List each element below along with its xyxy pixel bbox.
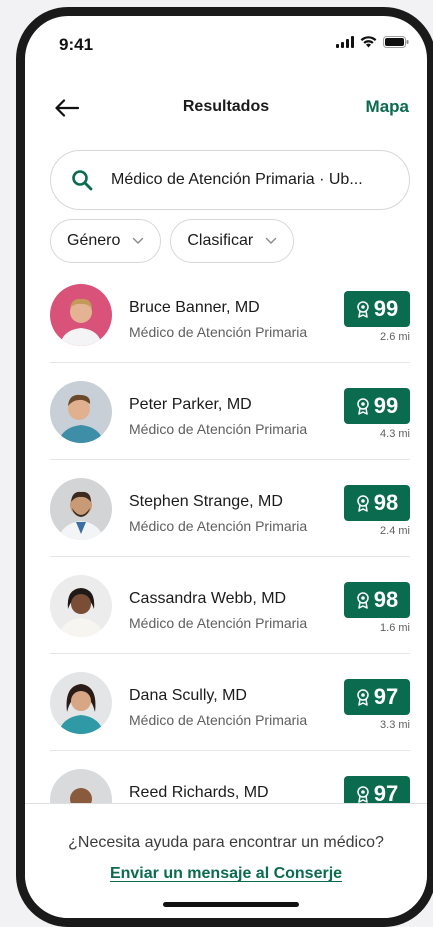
provider-name: Peter Parker, MD <box>129 396 252 413</box>
distance: 4.3 mi <box>380 428 410 440</box>
provider-row[interactable]: Cassandra Webb, MD Médico de Atención Pr… <box>50 557 410 654</box>
score-value: 97 <box>373 684 399 709</box>
award-icon <box>357 688 369 706</box>
help-text: ¿Necesita ayuda para encontrar un médico… <box>68 834 384 851</box>
score-badge: 99 <box>344 388 410 424</box>
nav-bar: Resultados Mapa <box>25 86 427 130</box>
provider-row[interactable]: Dana Scully, MD Médico de Atención Prima… <box>50 654 410 751</box>
distance: 2.6 mi <box>380 331 410 343</box>
phone-frame: 9:41 Resultados Mapa Médico de Atención … <box>16 7 433 927</box>
home-indicator <box>163 902 299 907</box>
award-icon <box>357 300 369 318</box>
provider-specialty: Médico de Atención Primaria <box>129 615 308 631</box>
provider-name: Bruce Banner, MD <box>129 299 260 316</box>
filter-gender[interactable]: Género <box>50 219 162 263</box>
avatar <box>50 575 112 637</box>
signal-icon <box>336 36 354 48</box>
concierge-link-label: Enviar un mensaje al Conserje <box>109 865 343 882</box>
score-badge: 98 <box>344 582 410 618</box>
distance: 3.3 mi <box>380 719 410 731</box>
chevron-down-icon <box>133 237 144 244</box>
provider-name: Dana Scully, MD <box>129 687 247 704</box>
provider-name: Cassandra Webb, MD <box>129 590 287 607</box>
filter-bar: Género Clasificar <box>50 219 295 263</box>
filter-sort[interactable]: Clasificar <box>170 219 295 263</box>
wifi-icon <box>360 36 377 48</box>
provider-specialty: Médico de Atención Primaria <box>129 518 308 534</box>
status-bar: 9:41 <box>25 16 427 74</box>
status-icons <box>336 36 409 48</box>
provider-specialty: Médico de Atención Primaria <box>129 324 308 340</box>
provider-name: Reed Richards, MD <box>129 784 269 801</box>
award-icon <box>357 591 369 609</box>
filter-gender-label: Género <box>67 232 121 249</box>
concierge-link[interactable]: Enviar un mensaje al Conserje <box>25 865 427 883</box>
status-time: 9:41 <box>59 35 94 54</box>
award-icon <box>357 397 369 415</box>
filter-sort-label: Clasificar <box>187 232 254 249</box>
score-badge: 99 <box>344 291 410 327</box>
award-icon <box>357 785 369 803</box>
provider-row[interactable]: Peter Parker, MD Médico de Atención Prim… <box>50 363 410 460</box>
score-value: 99 <box>373 296 399 321</box>
score-value: 98 <box>373 587 399 612</box>
score-value: 99 <box>373 393 399 418</box>
search-query: Médico de Atención Primaria · Ub... <box>111 171 363 188</box>
search-icon <box>72 170 93 191</box>
distance: 2.4 mi <box>380 525 410 537</box>
battery-icon <box>383 36 409 48</box>
provider-list: Bruce Banner, MD Médico de Atención Prim… <box>50 266 410 848</box>
search-input[interactable]: Médico de Atención Primaria · Ub... <box>50 150 410 210</box>
provider-row[interactable]: Stephen Strange, MD Médico de Atención P… <box>50 460 410 557</box>
score-badge: 98 <box>344 485 410 521</box>
score-value: 98 <box>373 490 399 515</box>
avatar <box>50 672 112 734</box>
provider-specialty: Médico de Atención Primaria <box>129 421 308 437</box>
help-panel: ¿Necesita ayuda para encontrar un médico… <box>25 803 427 918</box>
provider-name: Stephen Strange, MD <box>129 493 283 510</box>
avatar <box>50 478 112 540</box>
distance: 1.6 mi <box>380 622 410 634</box>
avatar <box>50 381 112 443</box>
avatar <box>50 284 112 346</box>
map-link[interactable]: Mapa <box>366 97 409 117</box>
score-badge: 97 <box>344 679 410 715</box>
chevron-down-icon <box>265 237 277 244</box>
provider-specialty: Médico de Atención Primaria <box>129 712 308 728</box>
provider-row[interactable]: Bruce Banner, MD Médico de Atención Prim… <box>50 266 410 363</box>
award-icon <box>357 494 369 512</box>
